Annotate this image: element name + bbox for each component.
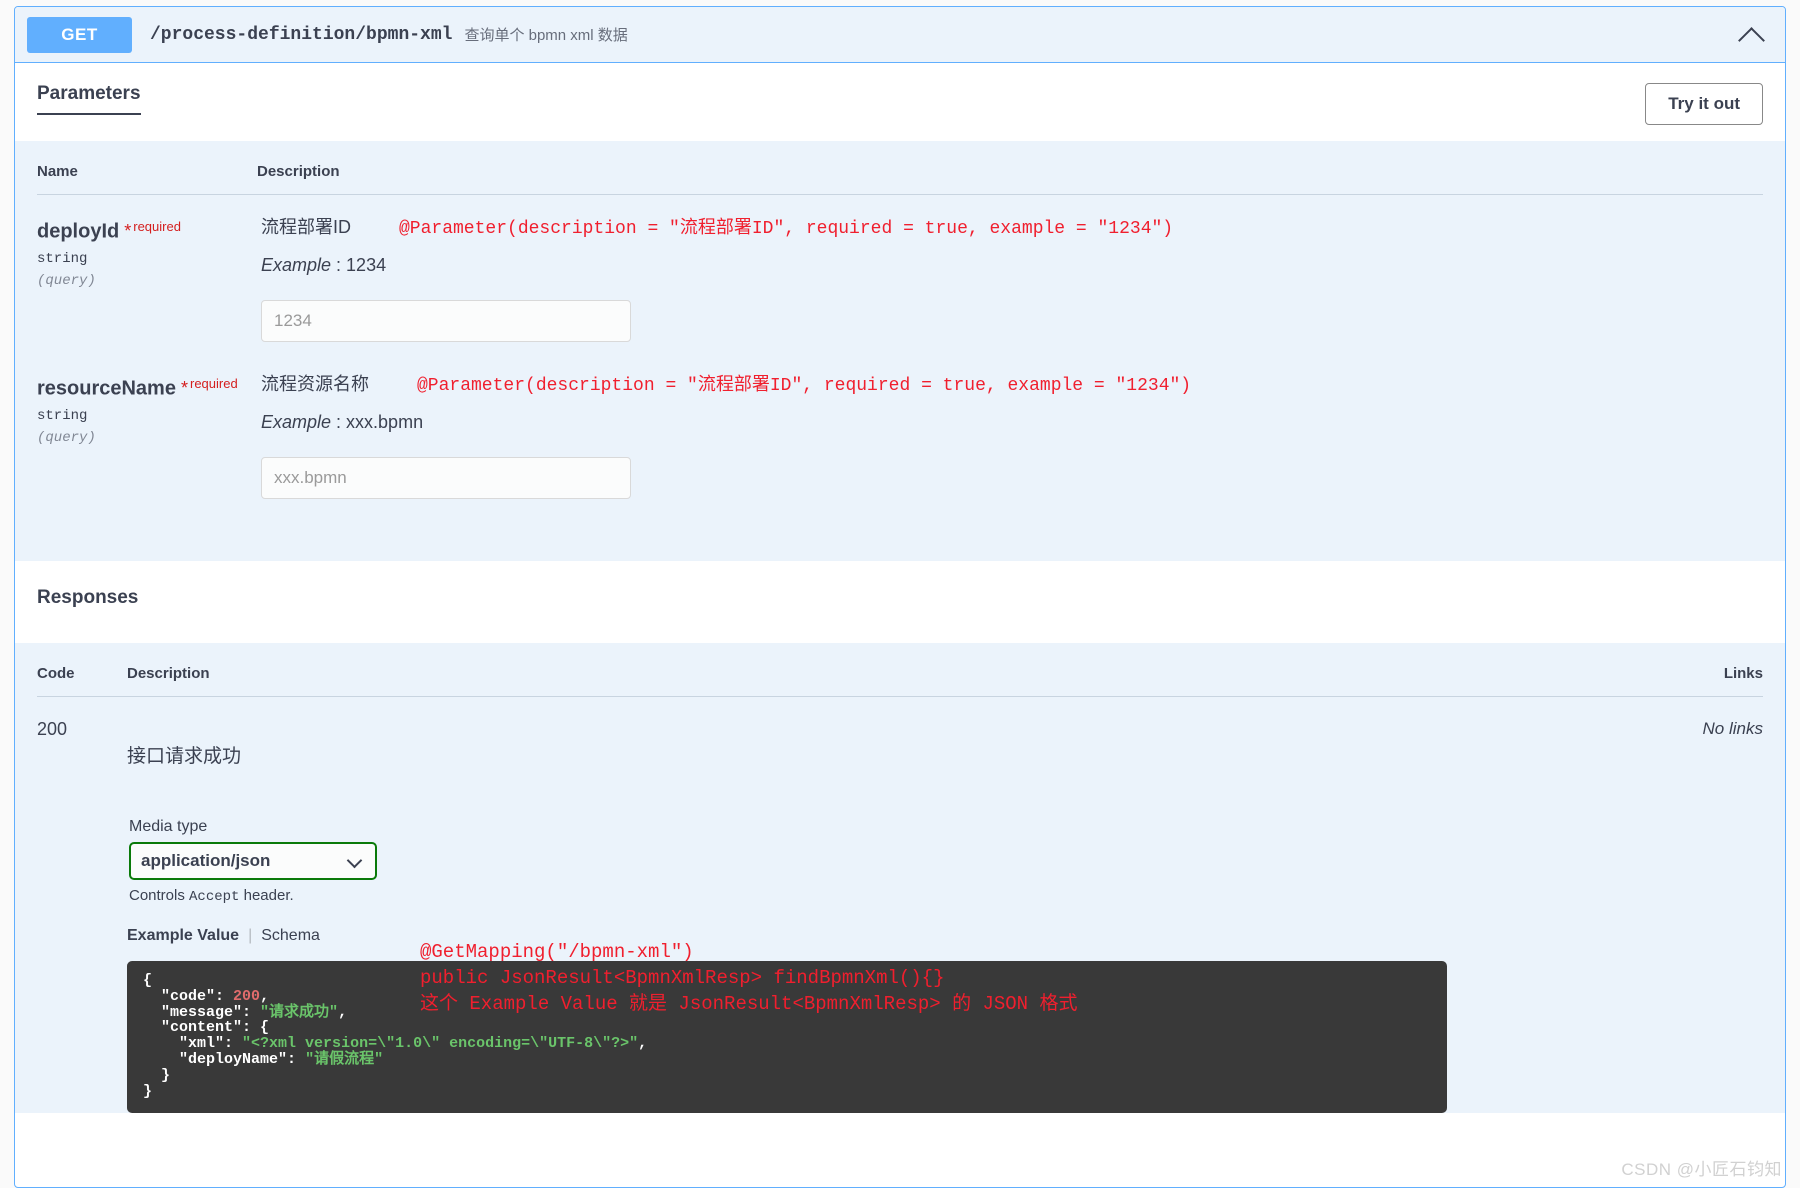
example-value: xxx.bpmn [346,412,424,432]
parameter-location: (query) [37,273,96,290]
try-it-out-button[interactable]: Try it out [1645,83,1763,125]
column-header-name: Name [37,163,78,180]
required-star: * [180,378,188,399]
parameters-heading: Parameters [37,83,141,115]
table-row: 200 接口请求成功 Media type application/json C… [37,697,1763,1114]
column-header-code: Code [37,665,75,682]
tab-example-value[interactable]: Example Value [127,927,239,945]
response-links: No links [1702,719,1763,738]
parameter-meta: deployId * required string (query) [37,213,257,342]
parameters-title-band: Parameters Try it out [15,63,1785,141]
parameter-description-text: 流程资源名称 [261,374,369,394]
parameters-table-header: Name Description [37,141,1763,195]
response-status-code: 200 [37,719,68,739]
media-type-label: Media type [129,818,208,835]
parameter-input-resourcename[interactable] [261,457,631,499]
parameter-meta: resourceName * required string (query) [37,370,257,499]
operation-summary-text: 查询单个 bpmn xml 数据 [464,27,628,44]
responses-heading: Responses [37,587,139,608]
parameter-description-line: 流程部署ID @Parameter(description = "流程部署ID"… [261,213,1763,239]
required-star: * [124,221,132,242]
response-body-cell: 接口请求成功 Media type application/json Contr… [127,717,1643,1114]
response-description-text: 接口请求成功 [127,746,242,767]
example-value: 1234 [346,255,387,275]
parameter-annotation: @Parameter(description = "流程部署ID", requi… [417,376,1192,396]
accept-note-prefix: Controls [129,887,190,904]
responses-panel: Code Description Links 200 接口请求成功 Media … [15,643,1785,1114]
media-type-value: application/json [141,851,271,870]
response-annotation-line-1: @GetMapping("/bpmn-xml") [420,941,694,963]
column-header-response-description: Description [127,665,210,682]
accept-header-note: Controls Accept header. [129,887,1643,905]
table-row: deployId * required string (query) 流程部署ID … [37,195,1763,342]
parameters-panel-spacer [37,499,1763,561]
operation-path: /process-definition/bpmn-xml [150,24,453,45]
responses-table-header: Code Description Links [37,643,1763,697]
example-separator: : [331,412,347,432]
tab-schema[interactable]: Schema [261,927,320,945]
parameter-description-line: 流程资源名称 @Parameter(description = "流程部署ID"… [261,370,1763,396]
parameter-name: resourceName [37,377,176,400]
parameter-annotation: @Parameter(description = "流程部署ID", requi… [399,219,1174,239]
parameter-example: Example : 1234 [261,255,1763,276]
chevron-down-icon [349,855,361,867]
parameter-description-cell: 流程资源名称 @Parameter(description = "流程部署ID"… [257,370,1763,499]
responses-title-band: Responses [15,561,1785,643]
operation-summary-header[interactable]: GET /process-definition/bpmn-xml 查询单个 bp… [15,7,1785,63]
accept-note-mono: Accept [189,889,240,905]
chevron-up-icon[interactable] [1737,20,1767,50]
parameter-type: string [37,251,88,268]
column-header-links: Links [1723,665,1763,682]
required-label: required [189,376,238,391]
parameter-input-deployid[interactable] [261,300,631,342]
operation-block: GET /process-definition/bpmn-xml 查询单个 bp… [14,6,1786,1188]
parameter-example: Example : xxx.bpmn [261,412,1763,433]
parameter-description-cell: 流程部署ID @Parameter(description = "流程部署ID"… [257,213,1763,342]
media-type-select[interactable]: application/json [129,842,377,880]
accept-note-suffix: header. [239,887,294,904]
media-type-group: Media type application/json Controls Acc… [129,818,1643,905]
parameter-name: deployId [37,220,120,243]
response-annotation-line-2: public JsonResult<BpmnXmlResp> findBpmnX… [420,967,945,989]
response-annotation: @GetMapping("/bpmn-xml") public JsonResu… [420,939,1078,1017]
swagger-ui-page: GET /process-definition/bpmn-xml 查询单个 bp… [0,0,1800,1188]
parameter-description-text: 流程部署ID [261,217,351,237]
parameters-panel: Name Description deployId * required strin… [15,141,1785,561]
example-label: Example [261,255,332,275]
response-annotation-line-3: 这个 Example Value 就是 JsonResult<BpmnXmlRe… [420,993,1078,1015]
required-label: required [133,219,181,234]
tab-separator: | [248,927,253,944]
parameter-type: string [37,408,88,425]
parameter-location: (query) [37,430,96,447]
http-method-badge: GET [27,16,132,53]
table-row: resourceName * required string (query) 流程资… [37,342,1763,499]
example-label: Example [261,412,332,432]
column-header-description: Description [257,163,340,180]
example-separator: : [331,255,347,275]
